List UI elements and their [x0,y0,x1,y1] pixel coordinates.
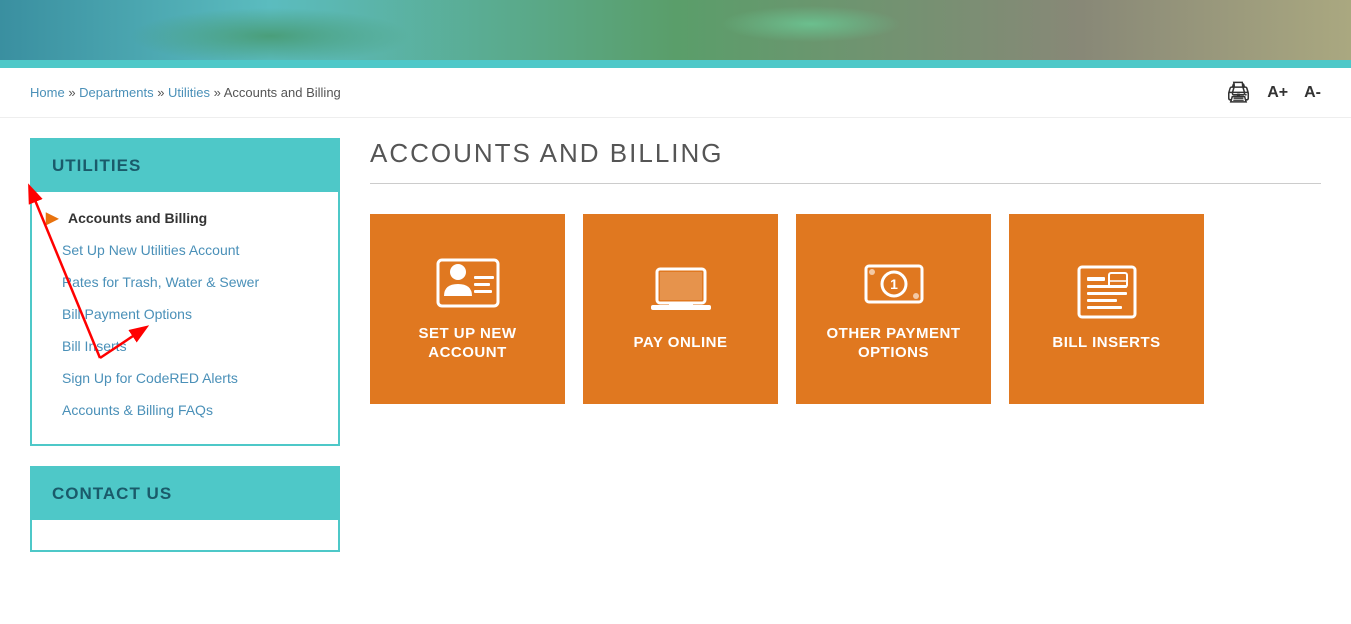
print-button[interactable]: 🖨 [1226,80,1251,105]
main-layout: UTILITIES ▶ Accounts and Billing Set Up … [0,118,1351,592]
laptop-icon [649,265,713,319]
sidebar-link-accounts-billing[interactable]: Accounts and Billing [68,210,207,226]
sidebar-utilities-section: UTILITIES ▶ Accounts and Billing Set Up … [30,138,340,446]
sidebar-contact-section: CONTACT US [30,466,340,552]
sidebar-item-codered[interactable]: Sign Up for CodeRED Alerts [32,362,338,394]
sidebar-link-bill-inserts[interactable]: Bill Inserts [62,338,127,354]
breadcrumb-bar: Home » Departments » Utilities » Account… [0,68,1351,118]
sidebar-utilities-title: UTILITIES [32,140,338,192]
tile-set-up-new-account[interactable]: SET UP NEWACCOUNT [370,214,565,404]
svg-text:1: 1 [890,276,898,292]
tiles-grid: SET UP NEWACCOUNT PAY ONLINE [370,214,1321,404]
sidebar-item-setup-account[interactable]: Set Up New Utilities Account [32,234,338,266]
sidebar-item-rates[interactable]: Rates for Trash, Water & Sewer [32,266,338,298]
tile-other-payment-label: OTHER PAYMENTOPTIONS [826,324,960,363]
sidebar-nav: ▶ Accounts and Billing Set Up New Utilit… [32,192,338,444]
sidebar-item-bill-inserts[interactable]: Bill Inserts [32,330,338,362]
decrease-font-button[interactable]: A- [1304,84,1321,102]
breadcrumb-utilities[interactable]: Utilities [168,85,210,100]
hero-image [0,0,1351,60]
increase-font-button[interactable]: A+ [1267,84,1288,102]
sidebar-item-faqs[interactable]: Accounts & Billing FAQs [32,394,338,434]
sidebar: UTILITIES ▶ Accounts and Billing Set Up … [30,138,340,572]
breadcrumb-home[interactable]: Home [30,85,65,100]
tile-pay-online[interactable]: PAY ONLINE [583,214,778,404]
tile-bill-inserts-label: BILL INSERTS [1052,333,1160,353]
sidebar-contact-body [32,520,338,550]
sidebar-item-accounts-billing[interactable]: ▶ Accounts and Billing [32,202,338,234]
teal-bar [0,60,1351,68]
person-card-icon [436,256,500,310]
active-arrow: ▶ [46,208,58,228]
page-title: ACCOUNTS AND BILLING [370,138,1321,184]
toolbar-icons: 🖨 A+ A- [1226,80,1321,105]
sidebar-link-faqs[interactable]: Accounts & Billing FAQs [62,402,213,418]
breadcrumb: Home » Departments » Utilities » Account… [30,85,341,100]
dollar-coin-icon: 1 [862,256,926,310]
tile-pay-online-label: PAY ONLINE [634,333,728,353]
tile-bill-inserts[interactable]: BILL INSERTS [1009,214,1204,404]
sidebar-link-bill-payment[interactable]: Bill Payment Options [62,306,192,322]
sidebar-link-codered[interactable]: Sign Up for CodeRED Alerts [62,370,238,386]
sidebar-link-rates[interactable]: Rates for Trash, Water & Sewer [62,274,259,290]
bill-document-icon [1075,265,1139,319]
breadcrumb-departments[interactable]: Departments [79,85,153,100]
sidebar-link-setup-account[interactable]: Set Up New Utilities Account [62,242,239,258]
tile-set-up-new-account-label: SET UP NEWACCOUNT [418,324,516,363]
sidebar-contact-title: CONTACT US [32,468,338,520]
content-area: ACCOUNTS AND BILLING [370,138,1321,572]
tile-other-payment[interactable]: 1 OTHER PAYMENTOPTIONS [796,214,991,404]
sidebar-item-bill-payment[interactable]: Bill Payment Options [32,298,338,330]
